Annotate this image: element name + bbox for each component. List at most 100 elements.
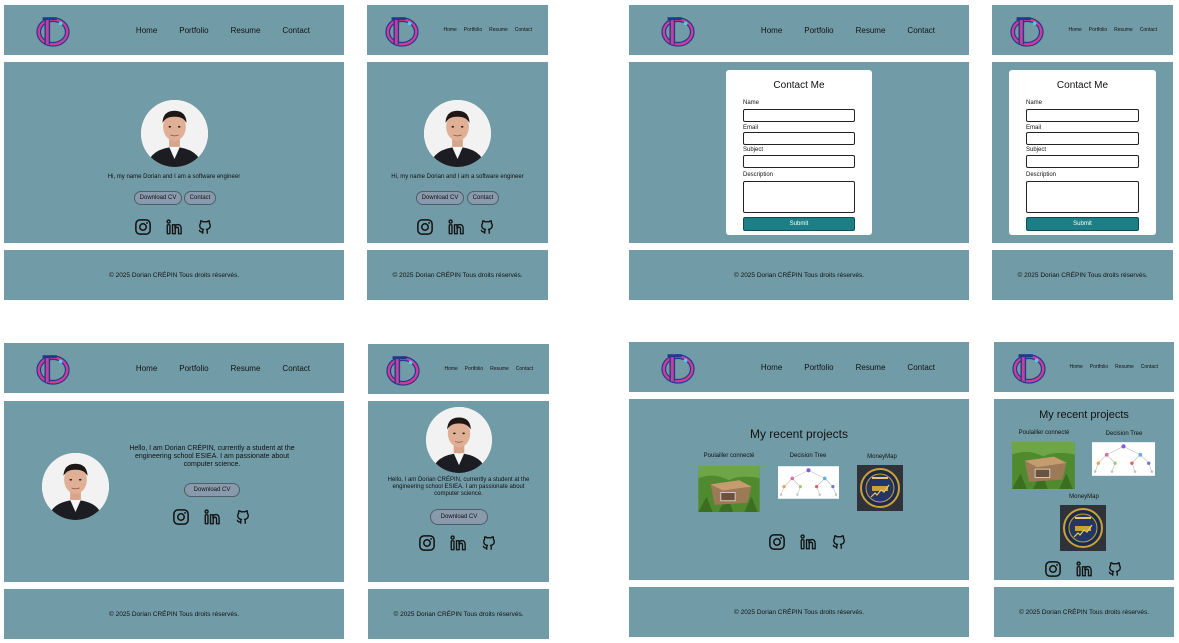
nav-contact-link[interactable]: Contact (1140, 27, 1157, 33)
logo-icon[interactable] (1010, 349, 1048, 387)
nav-portfolio-link[interactable]: Portfolio (804, 363, 833, 372)
description-field[interactable] (743, 181, 855, 213)
social-links (418, 534, 498, 552)
description-field[interactable] (1026, 181, 1139, 213)
email-field[interactable] (743, 132, 855, 145)
name-label: Name (1026, 100, 1043, 106)
contact-form-title: Contact Me (773, 80, 825, 91)
nav-resume-link[interactable]: Resume (856, 363, 886, 372)
hero-intro: Hi, my name Dorian and I am a software e… (391, 174, 524, 180)
nav-contact-link[interactable]: Contact (515, 27, 532, 33)
nav-contact-link[interactable]: Contact (907, 363, 935, 372)
linkedin-icon[interactable] (799, 533, 817, 551)
download-cv-button[interactable]: Download CV (184, 483, 240, 497)
social-links (172, 508, 252, 526)
linkedin-icon[interactable] (203, 508, 221, 526)
nav-contact-link[interactable]: Contact (516, 366, 533, 372)
github-icon[interactable] (478, 218, 496, 236)
nav-home-link[interactable]: Home (443, 27, 456, 33)
project-image-money[interactable] (1060, 505, 1106, 551)
about-intro: Hello, I am Dorian CRÉPIN, currently a s… (129, 445, 295, 468)
linkedin-icon[interactable] (1075, 560, 1093, 578)
github-icon[interactable] (196, 218, 214, 236)
project-label-chicken: Poulailler connecté (703, 453, 755, 459)
nav-home-link[interactable]: Home (1068, 27, 1081, 33)
logo-icon[interactable] (34, 350, 72, 388)
logo-icon[interactable] (659, 349, 697, 387)
avatar (424, 100, 491, 167)
project-image-chicken[interactable] (698, 466, 760, 512)
linkedin-icon[interactable] (449, 534, 467, 552)
download-cv-button[interactable]: Download CV (416, 191, 464, 205)
site-header: Home Portfolio Resume Contact (367, 5, 548, 55)
nav-contact-link[interactable]: Contact (1141, 364, 1158, 370)
nav-home-link[interactable]: Home (136, 364, 157, 373)
nav-portfolio-link[interactable]: Portfolio (1090, 364, 1108, 370)
logo-icon[interactable] (659, 12, 697, 50)
nav-resume-link[interactable]: Resume (231, 26, 261, 35)
contact-section: Contact Me Name Email Subject Descriptio… (992, 62, 1173, 243)
nav-home-link[interactable]: Home (136, 26, 157, 35)
logo-icon[interactable] (34, 12, 72, 50)
avatar (426, 407, 492, 473)
linkedin-icon[interactable] (165, 218, 183, 236)
nav-resume-link[interactable]: Resume (490, 366, 509, 372)
nav-contact-link[interactable]: Contact (282, 26, 310, 35)
logo-icon[interactable] (383, 12, 421, 50)
nav-home-link[interactable]: Home (1069, 364, 1082, 370)
instagram-icon[interactable] (1044, 560, 1062, 578)
nav-resume-link[interactable]: Resume (489, 27, 508, 33)
instagram-icon[interactable] (418, 534, 436, 552)
logo-icon[interactable] (384, 351, 422, 389)
project-label-money: MoneyMap (1069, 494, 1099, 500)
site-header: Home Portfolio Resume Contact (629, 5, 969, 55)
contact-form: Contact Me Name Email Subject Descriptio… (726, 70, 872, 235)
contact-form-title: Contact Me (1056, 80, 1109, 91)
nav-home-link[interactable]: Home (444, 366, 457, 372)
submit-button[interactable]: Submit (743, 217, 855, 231)
project-image-tree[interactable] (1092, 442, 1155, 476)
nav-contact-link[interactable]: Contact (907, 26, 935, 35)
instagram-icon[interactable] (172, 508, 190, 526)
submit-button[interactable]: Submit (1026, 217, 1139, 231)
nav-resume-link[interactable]: Resume (1114, 27, 1133, 33)
contact-button[interactable]: Contact (467, 191, 499, 205)
project-image-tree[interactable] (778, 466, 839, 499)
projects-section: My recent projects Poulailler connecté D… (994, 399, 1174, 580)
github-icon[interactable] (1106, 560, 1124, 578)
download-cv-button[interactable]: Download CV (134, 191, 182, 205)
nav-contact-link[interactable]: Contact (282, 364, 310, 373)
github-icon[interactable] (830, 533, 848, 551)
nav-resume-link[interactable]: Resume (856, 26, 886, 35)
contact-button[interactable]: Contact (184, 191, 216, 205)
download-cv-button[interactable]: Download CV (430, 509, 488, 525)
name-field[interactable] (1026, 109, 1139, 122)
project-image-chicken[interactable] (1012, 442, 1075, 489)
github-icon[interactable] (234, 508, 252, 526)
linkedin-icon[interactable] (447, 218, 465, 236)
nav-home-link[interactable]: Home (761, 363, 782, 372)
nav-portfolio-link[interactable]: Portfolio (179, 26, 208, 35)
instagram-icon[interactable] (768, 533, 786, 551)
nav-portfolio-link[interactable]: Portfolio (179, 364, 208, 373)
github-icon[interactable] (480, 534, 498, 552)
nav-portfolio-link[interactable]: Portfolio (1089, 27, 1107, 33)
subject-field[interactable] (743, 155, 855, 168)
site-footer: © 2025 Dorian CRÉPIN Tous droits réservé… (367, 250, 548, 300)
email-field[interactable] (1026, 132, 1139, 145)
nav-home-link[interactable]: Home (761, 26, 782, 35)
site-footer: © 2025 Dorian CRÉPIN Tous droits réservé… (4, 589, 344, 639)
nav-portfolio-link[interactable]: Portfolio (804, 26, 833, 35)
logo-icon[interactable] (1008, 12, 1046, 50)
subject-field[interactable] (1026, 155, 1139, 168)
project-image-money[interactable] (857, 465, 903, 511)
nav-resume-link[interactable]: Resume (1115, 364, 1134, 370)
nav-portfolio-link[interactable]: Portfolio (464, 27, 482, 33)
instagram-icon[interactable] (416, 218, 434, 236)
instagram-icon[interactable] (134, 218, 152, 236)
nav-portfolio-link[interactable]: Portfolio (465, 366, 483, 372)
main-nav: Home Portfolio Resume Contact (436, 5, 532, 55)
name-field[interactable] (743, 109, 855, 122)
nav-resume-link[interactable]: Resume (231, 364, 261, 373)
site-footer: © 2025 Dorian CRÉPIN Tous droits réservé… (629, 250, 969, 300)
